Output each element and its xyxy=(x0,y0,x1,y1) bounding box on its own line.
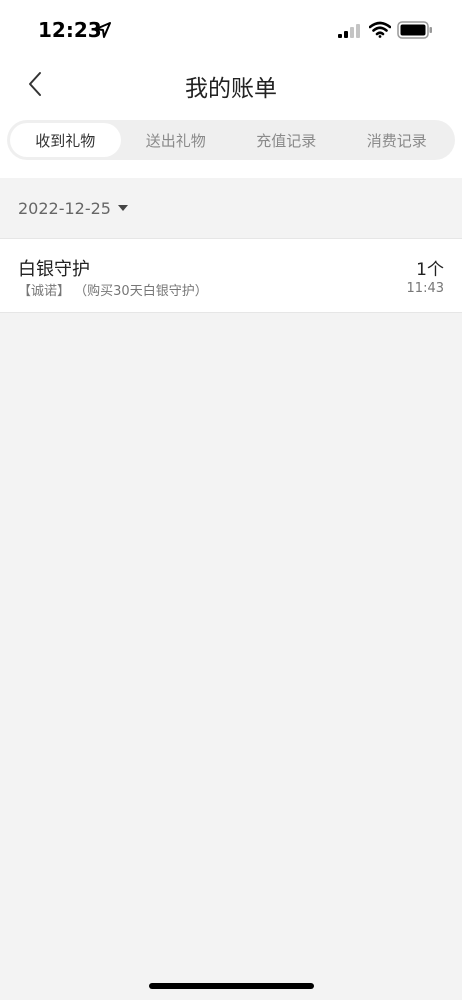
page-title: 我的账单 xyxy=(185,76,277,102)
date-dropdown[interactable]: 2022-12-25 xyxy=(18,199,129,218)
home-indicator xyxy=(149,983,314,989)
record-subtitle: 【诚诺】 （购买30天白银守护） xyxy=(18,280,208,299)
screen: 12:23 我的账单 收到礼物 送出礼物 充值记录 消费记录 2022-12-2… xyxy=(0,0,462,1000)
status-bar: 12:23 xyxy=(0,0,462,62)
list-item[interactable]: 白银守护 【诚诺】 （购买30天白银守护） 1个 11:43 xyxy=(0,238,462,313)
record-quantity: 1个 xyxy=(416,260,444,280)
tab-received-gifts[interactable]: 收到礼物 xyxy=(10,123,121,157)
date-filter-row: 2022-12-25 xyxy=(0,178,462,238)
tab-recharge-records[interactable]: 充值记录 xyxy=(231,123,342,157)
caret-down-icon xyxy=(117,205,128,211)
location-arrow-icon xyxy=(95,22,111,38)
nav-bar: 我的账单 xyxy=(0,62,462,112)
wifi-icon xyxy=(369,21,391,38)
record-detail: （购买30天白银守护） xyxy=(74,284,208,299)
tabs-container: 收到礼物 送出礼物 充值记录 消费记录 xyxy=(0,112,462,172)
cellular-signal-icon xyxy=(338,24,360,38)
record-time: 11:43 xyxy=(406,281,444,296)
top-section: 12:23 我的账单 收到礼物 送出礼物 充值记录 消费记录 xyxy=(0,0,462,178)
tab-spending-records[interactable]: 消费记录 xyxy=(342,123,453,157)
record-sender: 【诚诺】 xyxy=(18,284,71,299)
battery-icon xyxy=(397,21,432,39)
date-label: 2022-12-25 xyxy=(18,198,111,218)
record-title: 白银守护 xyxy=(18,259,90,280)
status-time: 12:23 xyxy=(38,18,102,42)
segmented-tabs: 收到礼物 送出礼物 充值记录 消费记录 xyxy=(7,120,455,160)
tab-sent-gifts[interactable]: 送出礼物 xyxy=(121,123,232,157)
